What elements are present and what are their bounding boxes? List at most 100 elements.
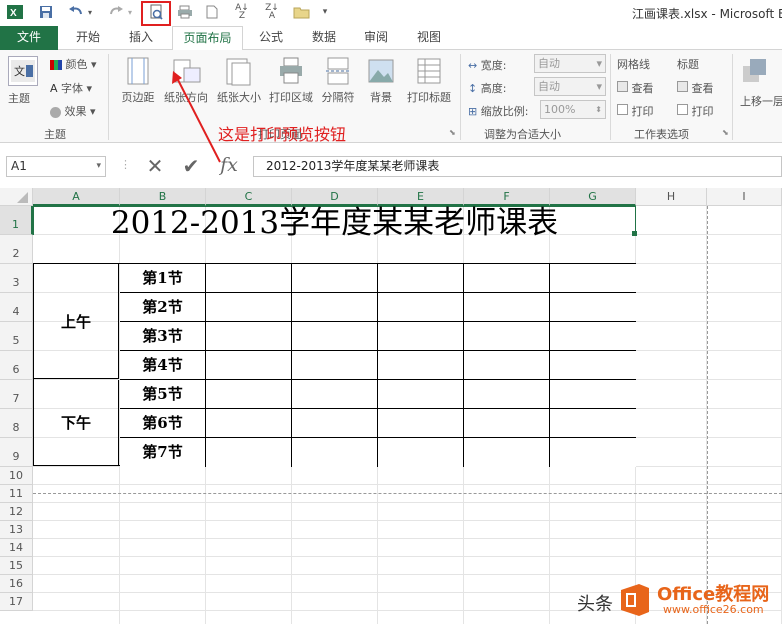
period-label[interactable]: 第6节 [120, 409, 206, 438]
schedule-cell[interactable] [550, 293, 636, 322]
select-all-corner[interactable] [0, 188, 33, 206]
schedule-cell[interactable] [550, 322, 636, 351]
column-header-i[interactable]: I [707, 188, 782, 206]
schedule-cell[interactable] [206, 351, 292, 380]
headings-view-checkbox[interactable]: 查看 [677, 80, 714, 96]
column-header-f[interactable]: F [464, 188, 550, 206]
gridlines-view-checkbox[interactable]: 查看 [617, 80, 654, 96]
row-header-13[interactable]: 13 [0, 521, 33, 539]
schedule-cell[interactable] [378, 351, 464, 380]
schedule-cell[interactable] [378, 438, 464, 467]
column-header-d[interactable]: D [292, 188, 378, 206]
row-header-3[interactable]: 3 [0, 264, 33, 293]
column-header-e[interactable]: E [378, 188, 464, 206]
afternoon-label[interactable]: 下午 [34, 380, 119, 465]
schedule-cell[interactable] [550, 409, 636, 438]
undo-icon[interactable] [66, 3, 86, 21]
headings-print-checkbox[interactable]: 打印 [677, 103, 714, 119]
period-label[interactable]: 第4节 [120, 351, 206, 380]
schedule-cell[interactable] [206, 409, 292, 438]
schedule-cell[interactable] [464, 293, 550, 322]
height-select[interactable]: 自动 ▾ [534, 77, 606, 96]
cancel-icon[interactable]: ✕ [140, 154, 170, 178]
schedule-cell[interactable] [378, 322, 464, 351]
schedule-cell[interactable] [378, 293, 464, 322]
schedule-cell[interactable] [464, 322, 550, 351]
new-file-icon[interactable] [204, 3, 220, 21]
margins-button[interactable]: 页边距 [118, 56, 158, 105]
undo-dropdown-icon[interactable]: ▾ [86, 3, 94, 21]
schedule-cell[interactable] [292, 293, 378, 322]
period-label[interactable]: 第1节 [120, 264, 206, 293]
schedule-cell[interactable] [206, 438, 292, 467]
schedule-cell[interactable] [464, 409, 550, 438]
schedule-cell[interactable] [378, 264, 464, 293]
schedule-cell[interactable] [292, 351, 378, 380]
schedule-cell[interactable] [206, 264, 292, 293]
table-title[interactable]: 2012-2013学年度某某老师课表 [33, 206, 636, 242]
row-header-2[interactable]: 2 [0, 235, 33, 264]
enter-icon[interactable]: ✔ [176, 154, 206, 178]
formula-input[interactable]: 2012-2013学年度某某老师课表 [253, 156, 782, 177]
schedule-cell[interactable] [206, 380, 292, 409]
column-header-b[interactable]: B [120, 188, 206, 206]
row-header-16[interactable]: 16 [0, 575, 33, 593]
column-header-h[interactable]: H [636, 188, 707, 206]
theme-colors-button[interactable]: 颜色 ▾ [50, 56, 97, 72]
schedule-cell[interactable] [292, 409, 378, 438]
name-box[interactable]: A1 ▾ [6, 156, 106, 177]
schedule-cell[interactable] [292, 438, 378, 467]
schedule-cell[interactable] [206, 293, 292, 322]
row-header-8[interactable]: 8 [0, 409, 33, 438]
tab-page-layout[interactable]: 页面布局 [172, 26, 243, 51]
schedule-cell[interactable] [464, 264, 550, 293]
row-header-4[interactable]: 4 [0, 293, 33, 322]
schedule-cell[interactable] [550, 351, 636, 380]
column-header-g[interactable]: G [550, 188, 636, 206]
sheet-options-launcher-icon[interactable]: ⬊ [722, 128, 729, 137]
row-header-9[interactable]: 9 [0, 438, 33, 467]
theme-fonts-button[interactable]: A 字体 ▾ [50, 80, 92, 96]
schedule-cell[interactable] [378, 409, 464, 438]
page-setup-launcher-icon[interactable]: ⬊ [449, 128, 456, 137]
row-header-11[interactable]: 11 [0, 485, 33, 503]
tab-data[interactable]: 数据 [301, 26, 347, 50]
open-folder-icon[interactable] [291, 3, 313, 21]
period-label[interactable]: 第5节 [120, 380, 206, 409]
row-header-12[interactable]: 12 [0, 503, 33, 521]
period-label[interactable]: 第2节 [120, 293, 206, 322]
save-icon[interactable] [37, 3, 55, 21]
sort-descending-icon[interactable]: Z↓ A [263, 3, 281, 21]
schedule-cell[interactable] [550, 264, 636, 293]
tab-insert[interactable]: 插入 [118, 26, 164, 50]
row-header-17[interactable]: 17 [0, 593, 33, 611]
print-area-button[interactable]: 打印区域 [266, 56, 316, 105]
schedule-cell[interactable] [292, 380, 378, 409]
customize-qat-icon[interactable]: ▾ [320, 3, 330, 21]
redo-dropdown-icon[interactable]: ▾ [126, 3, 134, 21]
schedule-cell[interactable] [292, 322, 378, 351]
theme-effects-button[interactable]: 效果 ▾ [50, 103, 96, 119]
row-header-6[interactable]: 6 [0, 351, 33, 380]
themes-button[interactable]: 文 主题 [8, 56, 38, 106]
schedule-cell[interactable] [206, 322, 292, 351]
row-header-5[interactable]: 5 [0, 322, 33, 351]
tab-home[interactable]: 开始 [65, 26, 111, 50]
print-titles-button[interactable]: 打印标题 [402, 56, 456, 105]
row-header-14[interactable]: 14 [0, 539, 33, 557]
scale-input[interactable]: 100% ⬍ [540, 100, 606, 119]
row-header-15[interactable]: 15 [0, 557, 33, 575]
print-preview-button[interactable] [141, 1, 171, 26]
sort-ascending-icon[interactable]: A↓ Z [233, 3, 251, 21]
width-select[interactable]: 自动 ▾ [534, 54, 606, 73]
tab-formulas[interactable]: 公式 [248, 26, 294, 50]
schedule-cell[interactable] [464, 351, 550, 380]
schedule-cell[interactable] [464, 380, 550, 409]
schedule-cell[interactable] [292, 264, 378, 293]
morning-label[interactable]: 上午 [34, 264, 119, 379]
schedule-cell[interactable] [378, 380, 464, 409]
fill-handle[interactable] [632, 231, 637, 236]
insert-function-icon[interactable]: fx [214, 152, 244, 178]
row-header-1[interactable]: 1 [0, 206, 33, 235]
schedule-cell[interactable] [464, 438, 550, 467]
